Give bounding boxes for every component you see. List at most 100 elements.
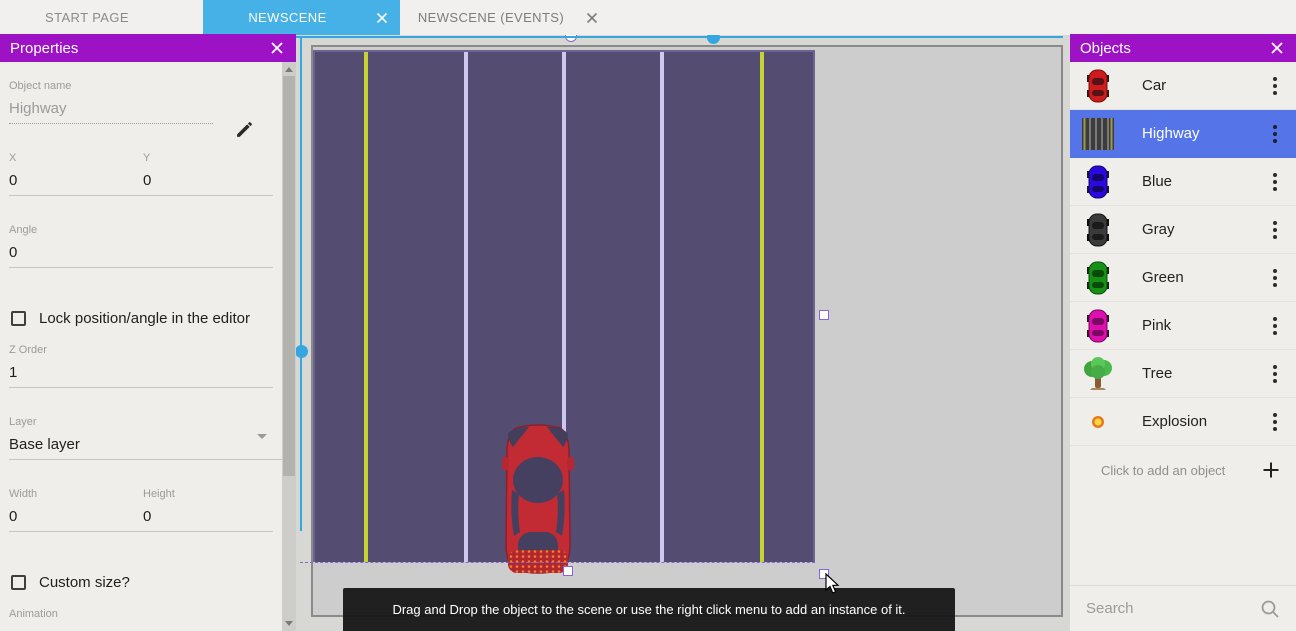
checkbox-label: Lock position/angle in the editor [39, 307, 250, 331]
highway-thumbnail-icon [1082, 116, 1114, 152]
tree-thumbnail-icon [1082, 356, 1114, 392]
more-options-icon[interactable] [1268, 269, 1282, 287]
object-item-tree[interactable]: Tree [1070, 350, 1296, 398]
x-input[interactable]: 0 [9, 172, 141, 195]
y-input[interactable]: 0 [143, 172, 273, 195]
gray-car-thumbnail-icon [1082, 212, 1114, 248]
more-options-icon[interactable] [1268, 77, 1282, 95]
objects-panel: Objects Car Highway [1070, 34, 1296, 631]
height-input[interactable]: 0 [143, 508, 273, 531]
object-item-pink[interactable]: Pink [1070, 302, 1296, 350]
close-icon[interactable] [376, 12, 388, 24]
height-field: Height 0 [141, 488, 273, 531]
z-order-input[interactable]: 1 [9, 364, 273, 387]
edit-pencil-icon[interactable] [235, 120, 254, 139]
car-instance[interactable] [502, 424, 574, 576]
tab-label: NEWSCENE [203, 10, 372, 25]
resize-handle-right[interactable] [819, 310, 829, 320]
panel-title: Objects [1080, 40, 1131, 57]
lane-line [464, 52, 468, 562]
lock-position-row: Lock position/angle in the editor [11, 307, 273, 331]
lane-line [760, 52, 764, 562]
field-label: Width [9, 488, 141, 502]
pink-car-thumbnail-icon [1082, 308, 1114, 344]
search-input[interactable] [1086, 600, 1246, 617]
object-name-input[interactable]: Highway [9, 100, 213, 124]
h-scrollbar[interactable] [296, 36, 1063, 38]
close-icon[interactable] [1270, 41, 1284, 55]
field-label: Angle [9, 224, 273, 238]
h-scrollbar-thumb[interactable] [707, 35, 720, 44]
resize-handle-bottom[interactable] [563, 566, 573, 576]
properties-panel-header: Properties [0, 34, 296, 62]
angle-input[interactable]: 0 [9, 244, 273, 267]
green-car-thumbnail-icon [1082, 260, 1114, 296]
object-label: Pink [1142, 317, 1171, 334]
scrollbar-thumb[interactable] [283, 76, 295, 476]
object-label: Blue [1142, 173, 1172, 190]
field-label: Layer [9, 416, 291, 430]
blue-car-thumbnail-icon [1082, 164, 1114, 200]
layer-field: Layer Base layer [9, 416, 291, 460]
lane-line [660, 52, 664, 562]
y-field: Y 0 [141, 152, 273, 195]
object-item-highway[interactable]: Highway [1070, 110, 1296, 158]
size-fields: Width 0 Height 0 [9, 488, 273, 532]
field-label: Animation [9, 608, 273, 622]
tab-label: NEWSCENE (EVENTS) [400, 10, 582, 25]
panel-title: Properties [10, 40, 78, 57]
object-label: Green [1142, 269, 1184, 286]
properties-scrollbar[interactable] [282, 62, 296, 631]
tab-bar: START PAGE NEWSCENE NEWSCENE (EVENTS) [0, 0, 1296, 35]
z-order-field: Z Order 1 [9, 344, 273, 388]
object-item-green[interactable]: Green [1070, 254, 1296, 302]
tab-newscene[interactable]: NEWSCENE [203, 0, 400, 35]
add-object-row[interactable]: Click to add an object [1070, 446, 1296, 494]
object-label: Highway [1142, 125, 1200, 142]
field-label: Z Order [9, 344, 273, 358]
checkbox-label: Custom size? [39, 571, 130, 595]
object-search-bar [1070, 585, 1296, 631]
lock-position-checkbox[interactable] [11, 311, 26, 326]
add-object-hint: Click to add an object [1101, 463, 1225, 478]
objects-panel-header: Objects [1070, 34, 1296, 62]
properties-panel: Properties Object name Highway X 0 Y 0 [0, 34, 296, 631]
scroll-down-icon[interactable] [285, 621, 293, 626]
tab-start-page[interactable]: START PAGE [0, 0, 174, 35]
more-options-icon[interactable] [1268, 365, 1282, 383]
add-object-icon[interactable] [1262, 461, 1280, 479]
object-item-car[interactable]: Car [1070, 62, 1296, 110]
objects-list: Car Highway Blue [1070, 62, 1296, 494]
tab-newscene-events[interactable]: NEWSCENE (EVENTS) [400, 0, 612, 35]
object-label: Gray [1142, 221, 1175, 238]
more-options-icon[interactable] [1268, 413, 1282, 431]
object-label: Tree [1142, 365, 1172, 382]
close-icon[interactable] [586, 12, 598, 24]
more-options-icon[interactable] [1268, 221, 1282, 239]
scroll-up-icon[interactable] [285, 67, 293, 72]
mouse-cursor [824, 573, 840, 595]
tab-label: START PAGE [45, 10, 129, 25]
chevron-down-icon[interactable] [257, 434, 267, 439]
field-label: Y [143, 152, 273, 166]
field-label: X [9, 152, 141, 166]
more-options-icon[interactable] [1268, 125, 1282, 143]
lane-line [364, 52, 368, 562]
layer-select[interactable]: Base layer [9, 436, 291, 459]
scene-canvas[interactable]: Drag and Drop the object to the scene or… [296, 35, 1070, 631]
width-field: Width 0 [9, 488, 141, 531]
more-options-icon[interactable] [1268, 173, 1282, 191]
v-scrollbar[interactable] [300, 37, 302, 531]
explosion-thumbnail-icon [1082, 404, 1114, 440]
width-input[interactable]: 0 [9, 508, 141, 531]
object-item-gray[interactable]: Gray [1070, 206, 1296, 254]
x-field: X 0 [9, 152, 141, 195]
object-item-blue[interactable]: Blue [1070, 158, 1296, 206]
close-icon[interactable] [270, 41, 284, 55]
v-scrollbar-thumb[interactable] [296, 345, 308, 358]
object-item-explosion[interactable]: Explosion [1070, 398, 1296, 446]
custom-size-checkbox[interactable] [11, 575, 26, 590]
more-options-icon[interactable] [1268, 317, 1282, 335]
object-label: Car [1142, 77, 1166, 94]
search-icon [1260, 599, 1280, 619]
